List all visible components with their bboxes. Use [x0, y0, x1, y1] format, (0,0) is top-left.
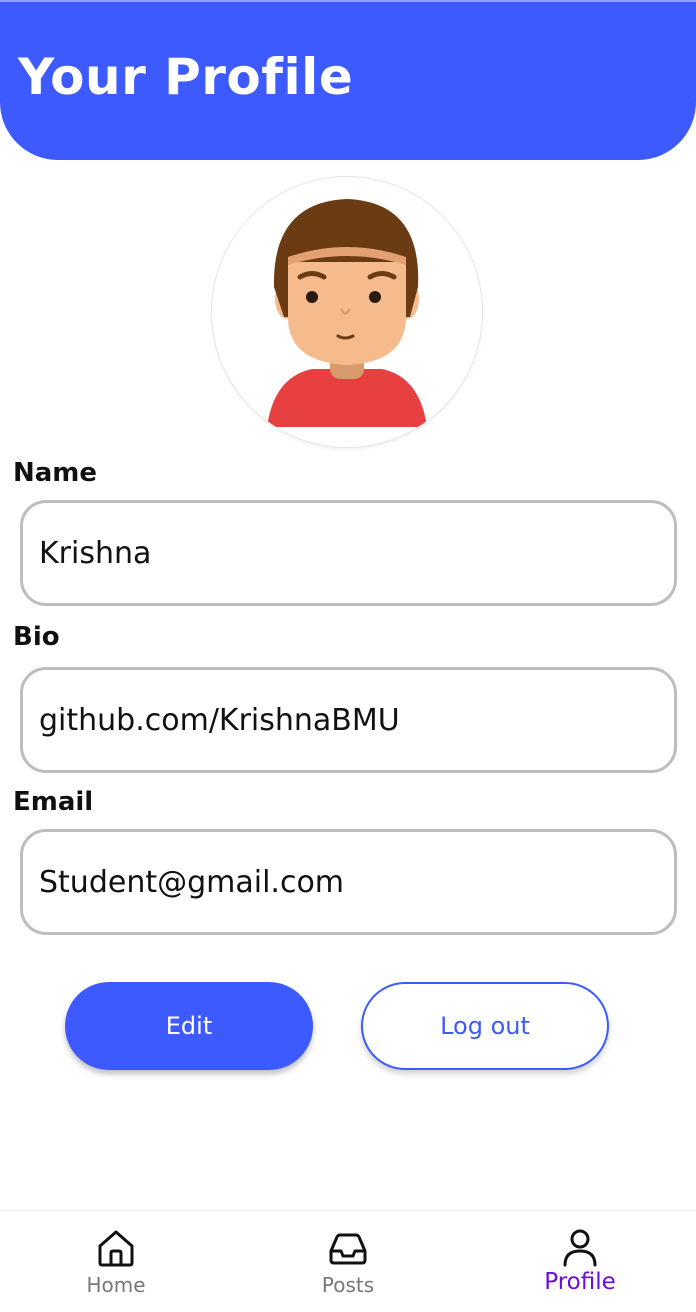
bio-field[interactable]: github.com/KrishnaBMU	[20, 667, 677, 773]
bio-label: Bio	[13, 622, 60, 652]
logout-button[interactable]: Log out	[361, 982, 609, 1070]
nav-label-home: Home	[86, 1273, 146, 1297]
page-title: Your Profile	[18, 48, 354, 106]
inbox-icon	[329, 1233, 367, 1265]
email-label: Email	[13, 787, 94, 817]
bottom-navigation: Home Posts Profile	[0, 1210, 696, 1312]
nav-label-posts: Posts	[321, 1273, 375, 1297]
home-icon	[98, 1230, 134, 1267]
nav-label-profile: Profile	[544, 1269, 616, 1295]
header-bar: Your Profile	[0, 0, 696, 160]
name-field[interactable]: Krishna	[20, 500, 677, 606]
name-label: Name	[13, 458, 98, 488]
avatar-illustration	[267, 199, 427, 427]
nav-item-posts[interactable]: Posts	[232, 1211, 464, 1312]
email-field[interactable]: Student@gmail.com	[20, 829, 677, 935]
avatar[interactable]	[212, 177, 482, 447]
person-icon	[563, 1229, 597, 1267]
nav-item-home[interactable]: Home	[0, 1211, 232, 1312]
nav-item-profile[interactable]: Profile	[464, 1211, 696, 1312]
profile-screen: Your Profile Name Krishna Bio github.com…	[0, 0, 696, 1312]
edit-button[interactable]: Edit	[65, 982, 313, 1070]
